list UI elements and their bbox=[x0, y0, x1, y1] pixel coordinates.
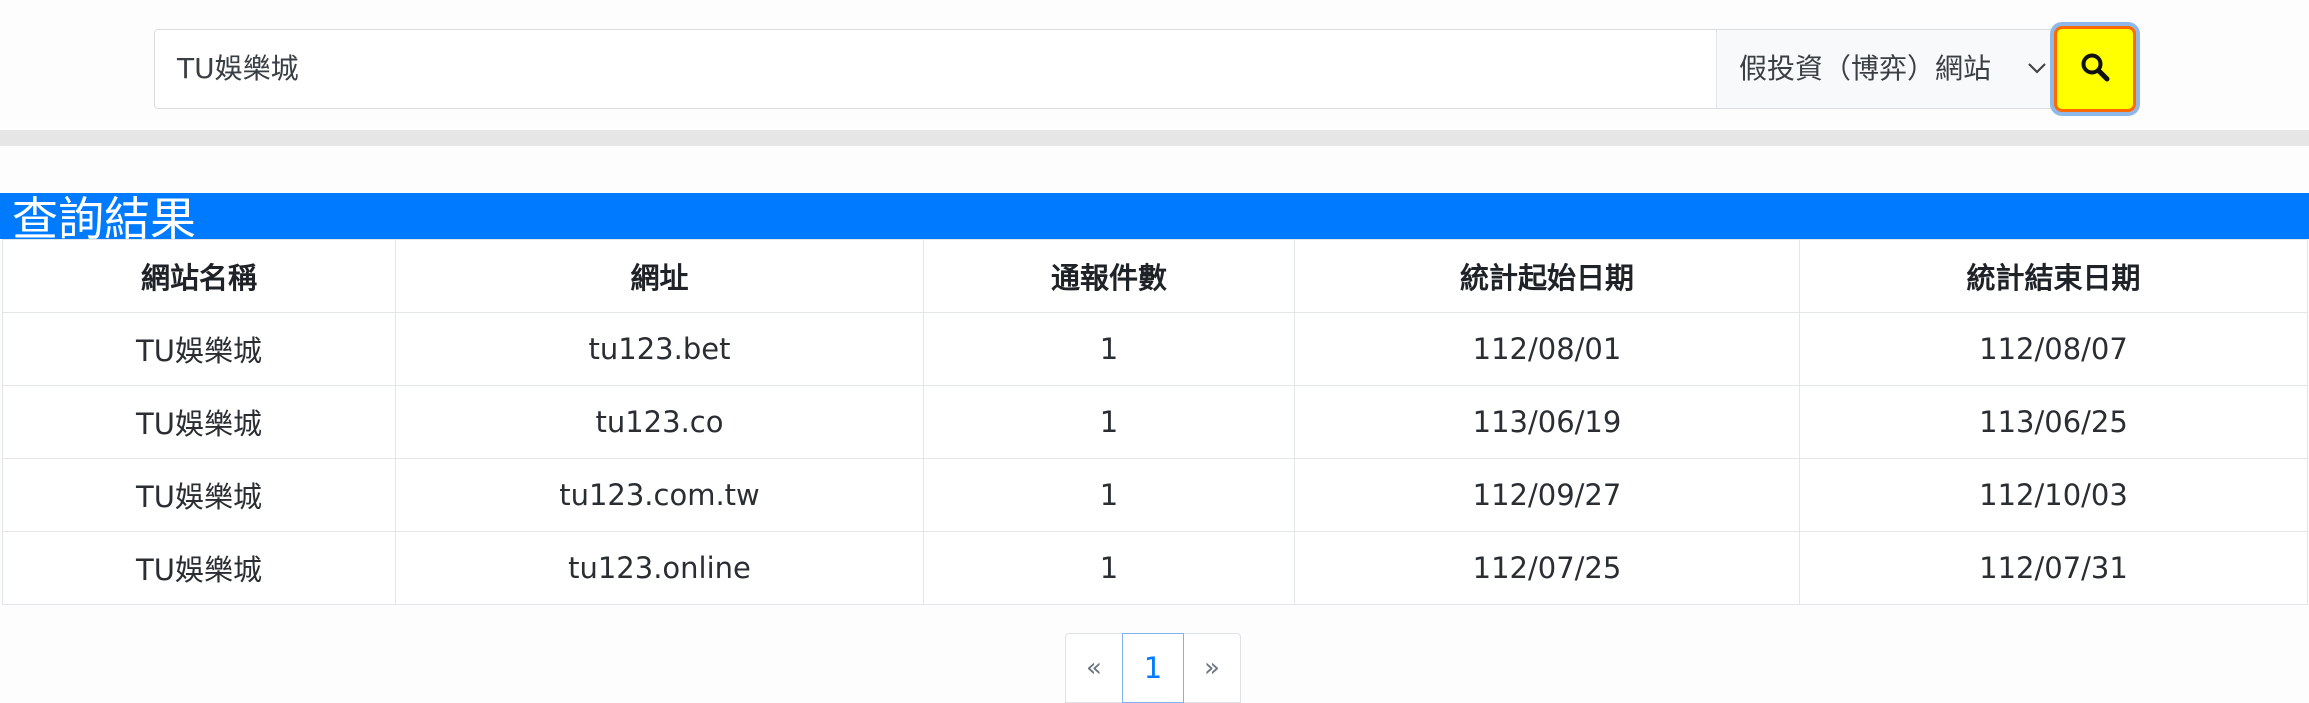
cell-url: tu123.co bbox=[395, 385, 924, 459]
category-select-label: 假投資（博弈）網站 bbox=[1739, 52, 1992, 85]
column-header-report-count: 通報件數 bbox=[923, 239, 1295, 313]
cell-url: tu123.com.tw bbox=[395, 458, 924, 532]
cell-report-count: 1 bbox=[923, 458, 1295, 532]
cell-start-date: 112/09/27 bbox=[1294, 458, 1800, 532]
cell-url: tu123.online bbox=[395, 531, 924, 605]
column-header-start-date: 統計起始日期 bbox=[1294, 239, 1800, 313]
column-header-site-name: 網站名稱 bbox=[2, 239, 396, 313]
table-row: TU娛樂城 tu123.co 1 113/06/19 113/06/25 bbox=[2, 385, 2308, 459]
cell-site-name: TU娛樂城 bbox=[2, 385, 396, 459]
pagination: « 1 » bbox=[1065, 633, 1241, 703]
results-table: 網站名稱 網址 通報件數 統計起始日期 統計結束日期 TU娛樂城 tu123.b… bbox=[2, 239, 2308, 605]
search-input[interactable]: TU娛樂城 bbox=[154, 29, 1717, 109]
pagination-next-button[interactable]: » bbox=[1183, 633, 1241, 703]
cell-start-date: 112/07/25 bbox=[1294, 531, 1800, 605]
cell-end-date: 112/08/07 bbox=[1799, 312, 2308, 386]
pagination-page-1[interactable]: 1 bbox=[1122, 633, 1184, 703]
table-row: TU娛樂城 tu123.com.tw 1 112/09/27 112/10/03 bbox=[2, 458, 2308, 532]
results-title: 查詢結果 bbox=[12, 193, 196, 239]
table-row: TU娛樂城 tu123.bet 1 112/08/01 112/08/07 bbox=[2, 312, 2308, 386]
results-title-bar: 查詢結果 bbox=[0, 193, 2309, 239]
column-header-end-date: 統計結束日期 bbox=[1799, 239, 2308, 313]
cell-report-count: 1 bbox=[923, 531, 1295, 605]
cell-end-date: 113/06/25 bbox=[1799, 385, 2308, 459]
cell-start-date: 113/06/19 bbox=[1294, 385, 1800, 459]
pagination-prev-button[interactable]: « bbox=[1065, 633, 1123, 703]
cell-site-name: TU娛樂城 bbox=[2, 458, 396, 532]
cell-site-name: TU娛樂城 bbox=[2, 312, 396, 386]
category-select[interactable]: 假投資（博弈）網站 bbox=[1716, 29, 2061, 109]
cell-report-count: 1 bbox=[923, 312, 1295, 386]
cell-report-count: 1 bbox=[923, 385, 1295, 459]
search-button[interactable] bbox=[2054, 26, 2136, 112]
search-icon bbox=[2080, 52, 2110, 86]
chevron-down-icon bbox=[2026, 30, 2048, 139]
cell-end-date: 112/07/31 bbox=[1799, 531, 2308, 605]
cell-site-name: TU娛樂城 bbox=[2, 531, 396, 605]
search-bar: TU娛樂城 假投資（博弈）網站 bbox=[154, 26, 2137, 112]
cell-start-date: 112/08/01 bbox=[1294, 312, 1800, 386]
table-row: TU娛樂城 tu123.online 1 112/07/25 112/07/31 bbox=[2, 531, 2308, 605]
cell-end-date: 112/10/03 bbox=[1799, 458, 2308, 532]
divider-band bbox=[0, 130, 2309, 146]
cell-url: tu123.bet bbox=[395, 312, 924, 386]
table-header-row: 網站名稱 網址 通報件數 統計起始日期 統計結束日期 bbox=[2, 239, 2308, 313]
column-header-url: 網址 bbox=[395, 239, 924, 313]
